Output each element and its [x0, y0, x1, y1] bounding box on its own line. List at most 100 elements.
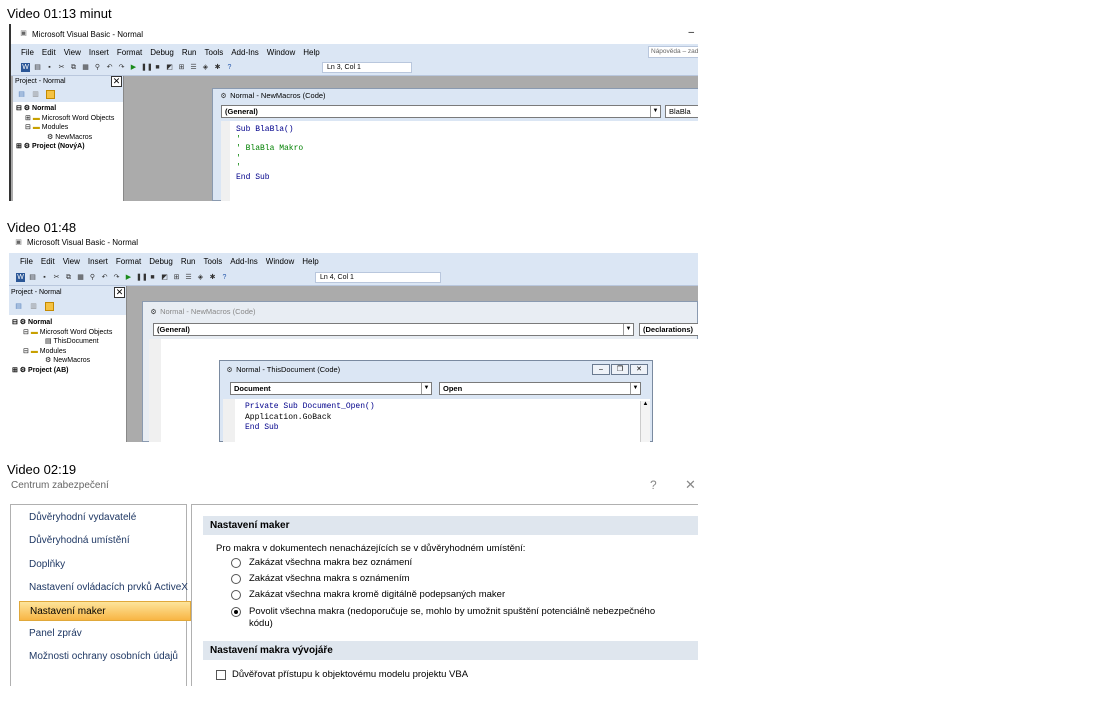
cut-icon[interactable]: ✂	[52, 273, 61, 282]
redo-icon[interactable]: ↷	[112, 273, 121, 282]
radio-disable-no-notify[interactable]	[231, 558, 241, 568]
reset-icon[interactable]: ■	[148, 273, 157, 282]
nav-macro-settings[interactable]: Nastavení maker	[19, 601, 191, 621]
menu-format[interactable]: Format	[112, 257, 145, 266]
tree-node-newmacros[interactable]: ⚙ NewMacros	[13, 133, 123, 143]
menu-tools[interactable]: Tools	[200, 257, 227, 266]
save-icon[interactable]: ▪	[40, 273, 49, 282]
menu-run[interactable]: Run	[178, 48, 201, 57]
properties-icon[interactable]: ☰	[189, 63, 198, 72]
menu-debug[interactable]: Debug	[146, 48, 178, 57]
close-icon[interactable]: ✕	[111, 76, 122, 87]
properties-icon[interactable]: ☰	[184, 273, 193, 282]
toggle-folders-icon[interactable]	[46, 90, 55, 99]
menu-tools[interactable]: Tools	[201, 48, 228, 57]
view-object-icon[interactable]: ▥	[29, 302, 38, 311]
menu-view[interactable]: View	[60, 48, 85, 57]
nav-activex-settings[interactable]: Nastavení ovládacích prvků ActiveX	[19, 578, 191, 598]
radio-disable-notify[interactable]	[231, 574, 241, 584]
paste-icon[interactable]: ▦	[76, 273, 85, 282]
checkbox-trust-vba[interactable]	[216, 670, 226, 680]
undo-icon[interactable]: ↶	[105, 63, 114, 72]
procedure-combo[interactable]: BlaBla	[665, 105, 698, 118]
menu-help[interactable]: Help	[298, 257, 322, 266]
nav-trusted-publishers[interactable]: Důvěryhodní vydavatelé	[19, 508, 191, 528]
design-mode-icon[interactable]: ◩	[160, 273, 169, 282]
view-code-icon[interactable]: ▤	[14, 302, 23, 311]
menu-insert[interactable]: Insert	[84, 257, 112, 266]
tree-node-project[interactable]: ⊞ ⚙ Project (AB)	[9, 366, 126, 376]
project-explorer-icon[interactable]: ⊞	[177, 63, 186, 72]
project-explorer-icon[interactable]: ⊞	[172, 273, 181, 282]
tree-node-modules[interactable]: ⊟ ▬ Modules	[9, 347, 126, 357]
help-icon[interactable]: ?	[225, 63, 234, 72]
menu-help[interactable]: Help	[299, 48, 323, 57]
close-button[interactable]: ✕	[630, 364, 648, 375]
tree-node-newmacros[interactable]: ⚙ NewMacros	[9, 356, 126, 366]
object-browser-icon[interactable]: ◈	[196, 273, 205, 282]
undo-icon[interactable]: ↶	[100, 273, 109, 282]
radio-enable-all[interactable]	[231, 607, 241, 617]
copy-icon[interactable]: ⧉	[69, 63, 78, 72]
menu-file[interactable]: File	[17, 48, 38, 57]
menu-view[interactable]: View	[59, 257, 84, 266]
menu-window[interactable]: Window	[262, 257, 298, 266]
run-icon[interactable]: ▶	[124, 273, 133, 282]
nav-privacy-options[interactable]: Možnosti ochrany osobních údajů	[19, 647, 191, 667]
tree-node-modules[interactable]: ⊟ ▬ Modules	[13, 123, 123, 133]
nav-trusted-locations[interactable]: Důvěryhodná umístění	[19, 531, 191, 551]
break-icon[interactable]: ❚❚	[141, 63, 153, 72]
menu-addins[interactable]: Add-Ins	[227, 48, 263, 57]
radio-disable-except-signed[interactable]	[231, 590, 241, 600]
toolbox-icon[interactable]: ✱	[213, 63, 222, 72]
help-search-box[interactable]: Nápověda – zad	[648, 46, 698, 58]
help-icon[interactable]: ?	[220, 273, 229, 282]
menu-format[interactable]: Format	[113, 48, 146, 57]
menu-edit[interactable]: Edit	[37, 257, 59, 266]
object-browser-icon[interactable]: ◈	[201, 63, 210, 72]
find-icon[interactable]: ⚲	[93, 63, 102, 72]
insert-form-icon[interactable]: ▤	[28, 273, 37, 282]
code-editor[interactable]: Sub BlaBla() ' ' BlaBla Makro ' ' End Su…	[221, 121, 698, 201]
menu-debug[interactable]: Debug	[145, 257, 177, 266]
design-mode-icon[interactable]: ◩	[165, 63, 174, 72]
redo-icon[interactable]: ↷	[117, 63, 126, 72]
break-icon[interactable]: ❚❚	[136, 273, 148, 282]
tree-node-word-objects[interactable]: ⊞ ▬ Microsoft Word Objects	[13, 114, 123, 124]
reset-icon[interactable]: ■	[153, 63, 162, 72]
view-code-icon[interactable]: ▤	[17, 90, 26, 99]
copy-icon[interactable]: ⧉	[64, 273, 73, 282]
nav-message-bar[interactable]: Panel zpráv	[19, 624, 191, 644]
close-button[interactable]: ✕	[685, 477, 696, 493]
menu-edit[interactable]: Edit	[38, 48, 60, 57]
vertical-scrollbar[interactable]: ▲	[640, 401, 650, 442]
object-combo[interactable]: (General) ▼	[153, 323, 634, 336]
tree-node-project[interactable]: ⊞ ⚙ Project (NovýA)	[13, 142, 123, 152]
find-icon[interactable]: ⚲	[88, 273, 97, 282]
insert-form-icon[interactable]: ▤	[33, 63, 42, 72]
close-icon[interactable]: ✕	[114, 287, 125, 298]
minimize-button[interactable]: –	[592, 364, 610, 375]
word-icon[interactable]: W	[16, 273, 25, 282]
help-button[interactable]: ?	[650, 478, 657, 492]
tree-node-normal[interactable]: ⊟ ⚙ Normal	[13, 104, 123, 114]
menu-file[interactable]: File	[16, 257, 37, 266]
scroll-up-icon[interactable]: ▲	[641, 401, 650, 407]
menu-run[interactable]: Run	[177, 257, 200, 266]
paste-icon[interactable]: ▦	[81, 63, 90, 72]
restore-button[interactable]: ❐	[611, 364, 629, 375]
save-icon[interactable]: ▪	[45, 63, 54, 72]
view-object-icon[interactable]: ▥	[31, 90, 40, 99]
object-combo[interactable]: (General) ▼	[221, 105, 661, 118]
toggle-folders-icon[interactable]	[45, 302, 54, 311]
nav-addins[interactable]: Doplňky	[19, 555, 191, 575]
run-icon[interactable]: ▶	[129, 63, 138, 72]
menu-window[interactable]: Window	[263, 48, 299, 57]
word-icon[interactable]: W	[21, 63, 30, 72]
cut-icon[interactable]: ✂	[57, 63, 66, 72]
tree-node-word-objects[interactable]: ⊟ ▬ Microsoft Word Objects	[9, 328, 126, 338]
tree-node-thisdocument[interactable]: ▤ ThisDocument	[9, 337, 126, 347]
procedure-combo[interactable]: (Declarations)	[639, 323, 698, 336]
procedure-combo[interactable]: Open ▼	[439, 382, 641, 395]
minimize-button[interactable]: –	[688, 27, 694, 38]
